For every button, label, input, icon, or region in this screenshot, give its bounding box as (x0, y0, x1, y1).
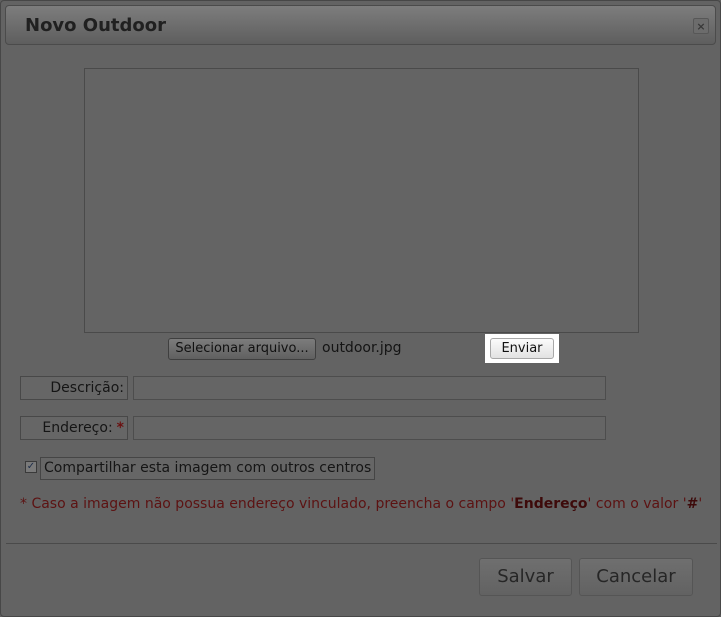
address-label-text: Endereço: (42, 420, 113, 436)
save-button[interactable]: Salvar (479, 558, 572, 596)
send-button[interactable]: Enviar (490, 338, 554, 359)
note-suffix: ' (698, 496, 703, 512)
address-label: Endereço: * (20, 416, 128, 440)
note-value: # (686, 496, 699, 512)
selected-file-name: outdoor.jpg (322, 340, 402, 356)
share-checkbox[interactable]: ✓ (25, 461, 37, 473)
cancel-button[interactable]: Cancelar (579, 558, 693, 596)
select-file-button[interactable]: Selecionar arquivo... (168, 338, 316, 360)
note-field: Endereço (514, 496, 588, 512)
description-input[interactable] (133, 376, 606, 400)
address-note: * Caso a imagem não possua endereço vinc… (20, 496, 702, 512)
description-label: Descrição: (20, 376, 128, 400)
note-prefix: * Caso a imagem não possua endereço vinc… (20, 496, 515, 512)
dialog-titlebar[interactable]: Novo Outdoor × (5, 5, 716, 45)
image-preview (84, 68, 639, 333)
description-label-text: Descrição: (50, 380, 124, 396)
dialog-title: Novo Outdoor (25, 15, 167, 36)
address-input[interactable] (133, 416, 606, 440)
send-button-highlight: Enviar (485, 334, 559, 363)
note-middle: ' com o valor ' (587, 496, 687, 512)
share-checkbox-label[interactable]: Compartilhar esta imagem com outros cent… (40, 457, 376, 480)
footer-divider (6, 543, 717, 544)
required-marker: * (116, 420, 124, 436)
dialog: Novo Outdoor × Selecionar arquivo... out… (0, 0, 721, 617)
close-icon[interactable]: × (693, 18, 709, 34)
